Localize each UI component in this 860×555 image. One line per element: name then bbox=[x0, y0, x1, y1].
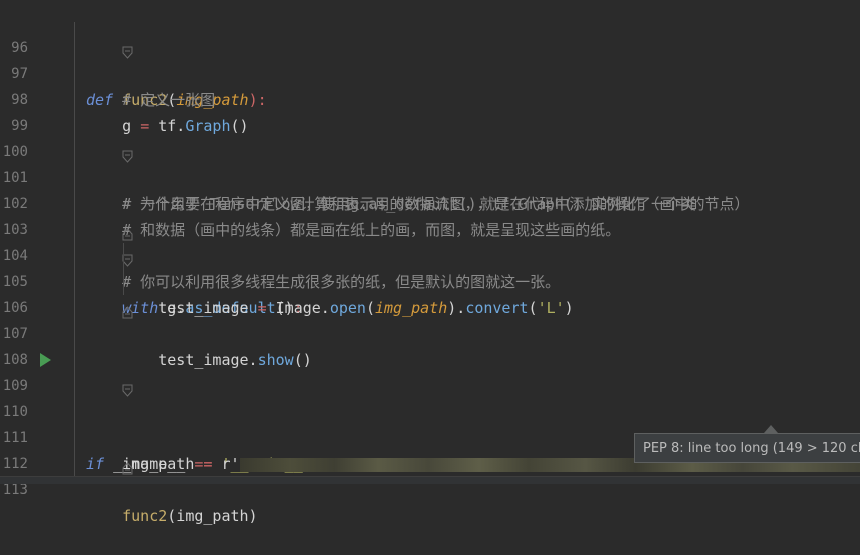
code-line[interactable]: 110 bbox=[0, 373, 860, 420]
code-line[interactable]: 103 # 你可以利用很多线程生成很多张的纸，但是默认的图就这一张。 bbox=[0, 191, 860, 291]
code-line[interactable]: 97 # 定义一张图 bbox=[0, 35, 860, 109]
tooltip-arrow bbox=[764, 425, 778, 433]
code-content: func2(img_path) bbox=[86, 503, 258, 529]
code-line[interactable]: 109 if __name__ == '__main__': bbox=[0, 347, 860, 473]
code-line[interactable]: 111 img_path = r' bbox=[0, 399, 860, 473]
inspection-tooltip: PEP 8: line too long (149 > 120 characte… bbox=[634, 433, 860, 463]
indent-guide bbox=[123, 243, 124, 295]
code-token: (img_path) bbox=[167, 507, 258, 525]
code-line[interactable]: 105 test_image = Image.open(img_path).co… bbox=[0, 243, 860, 317]
code-line[interactable]: 98 g = tf.Graph() bbox=[0, 61, 860, 135]
code-line[interactable]: 99 bbox=[0, 87, 860, 134]
code-line[interactable]: 101 # 一个用于 TensorFlow计算和表示用的数据流图，就是在代码中添… bbox=[0, 139, 860, 213]
code-line[interactable]: 100 # 为什么要在程序中定义图，使用g.as_default()，tf.Gr… bbox=[0, 113, 860, 213]
indent-guide bbox=[74, 22, 75, 477]
code-line[interactable]: 102 # 和数据（画中的线条）都是画在纸上的画，而图，就是呈现这些画的纸。 bbox=[0, 165, 860, 239]
code-line[interactable]: 106 test_image.show() bbox=[0, 269, 860, 369]
code-token: func2 bbox=[86, 507, 168, 525]
run-gutter-icon[interactable] bbox=[40, 353, 51, 367]
code-line[interactable]: 107 bbox=[0, 295, 860, 342]
code-editor[interactable]: 96 def func2(img_path): 97 # 定义一张图 98 g … bbox=[0, 0, 860, 525]
code-line[interactable]: 104 with g.as_default(): bbox=[0, 217, 860, 317]
code-line[interactable]: 96 def func2(img_path): bbox=[0, 9, 860, 109]
code-line[interactable]: 108 bbox=[0, 321, 860, 368]
